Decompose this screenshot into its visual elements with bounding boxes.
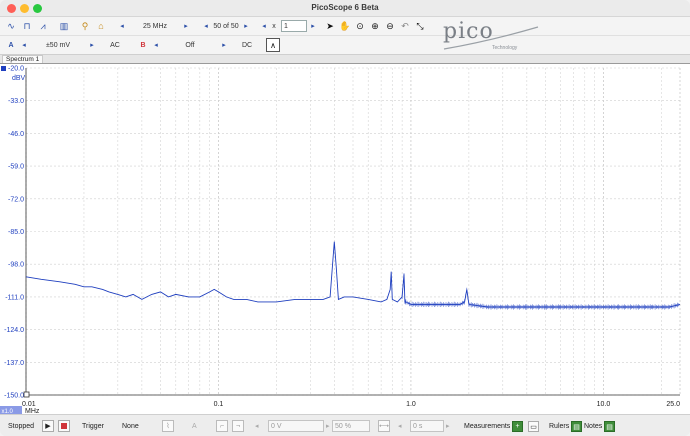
bandwidth-next-arrow[interactable]: ▸ xyxy=(182,19,190,33)
y-tick-label: -111.0 xyxy=(5,294,24,301)
pico-logo-text: pico xyxy=(443,19,494,44)
notes-label: Notes xyxy=(584,422,603,430)
pico-logo-tagline: Technology xyxy=(492,45,518,51)
rising-edge-icon[interactable]: ⌐ xyxy=(216,420,228,432)
x-tick-label: 0.1 xyxy=(214,401,224,408)
y-axis-unit: dBV xyxy=(12,75,26,82)
channel-options-icon[interactable]: ∧ xyxy=(266,38,280,52)
channel-a-label: A xyxy=(8,41,14,49)
y-tick-label: -46.0 xyxy=(8,131,24,138)
y-tick-label: -98.0 xyxy=(8,262,24,269)
x-axis-ticks: 0.01 0.1 1.0 10.0 25.0 xyxy=(22,401,680,408)
capture-counter[interactable]: 50 of 50 xyxy=(210,19,242,33)
undo-zoom-icon[interactable]: ↶ xyxy=(399,19,411,33)
delay-input[interactable]: 0 s xyxy=(410,420,444,432)
pointer-tool-icon[interactable]: ➤ xyxy=(324,19,336,33)
measurements-label: Measurements xyxy=(464,422,511,430)
range-b-prev-arrow[interactable]: ◂ xyxy=(152,38,160,52)
app-window: PicoScope 6 Beta ∿ ⊓ ⩘ ▥ ⚲ ⌂ ◂ 25 MHz ▸ … xyxy=(0,0,690,436)
channel-toolbar: A ◂ ±50 mV ▸ AC B ◂ Off ▸ DC ∧ xyxy=(0,36,690,55)
add-measurement-button[interactable]: + xyxy=(512,421,523,432)
spectrum-view[interactable]: -20.0 -33.0 -46.0 -59.0 -72.0 -85.0 -98.0 -111.… xyxy=(0,63,690,415)
zoom-out-icon[interactable]: ⊖ xyxy=(384,19,396,33)
range-a-next-arrow[interactable]: ▸ xyxy=(88,38,96,52)
x-tick-label: 1.0 xyxy=(406,401,416,408)
capture-prev-arrow[interactable]: ◂ xyxy=(202,19,210,33)
pre-trigger-input[interactable]: 50 % xyxy=(332,420,370,432)
series-noise-band xyxy=(401,273,680,310)
range-a-prev-arrow[interactable]: ◂ xyxy=(20,38,28,52)
view-tab-bar: Spectrum 1 xyxy=(0,55,690,63)
bandwidth-prev-arrow[interactable]: ◂ xyxy=(118,19,126,33)
delay-icon[interactable]: ⟷ xyxy=(378,420,390,432)
y-tick-label: -137.0 xyxy=(4,360,24,367)
rulers-button[interactable]: ▤ xyxy=(571,421,582,432)
x-tick-label: 10.0 xyxy=(597,401,611,408)
y-ruler-handle-bottom[interactable] xyxy=(23,391,30,398)
zoom-next-arrow[interactable]: ▸ xyxy=(309,19,317,33)
delay-next-arrow[interactable]: ▸ xyxy=(446,420,450,432)
series-line xyxy=(25,241,681,308)
spectrum-chart[interactable]: -20.0 -33.0 -46.0 -59.0 -72.0 -85.0 -98.0 -111.… xyxy=(0,64,690,415)
hand-tool-icon[interactable]: ✋ xyxy=(339,19,351,33)
y-tick-label: -72.0 xyxy=(8,196,24,203)
home-icon[interactable]: ⌂ xyxy=(94,19,108,33)
channels-icon[interactable]: ▥ xyxy=(57,19,71,33)
trigger-label: Trigger xyxy=(82,422,104,430)
x-tick-label: 25.0 xyxy=(666,401,680,408)
window-title: PicoScope 6 Beta xyxy=(311,3,379,12)
run-state-label: Stopped xyxy=(8,422,35,430)
spectrum-mode-icon[interactable]: ⩘ xyxy=(36,19,50,33)
channel-b-label: B xyxy=(140,41,146,49)
trigger-channel-select[interactable]: A xyxy=(192,420,197,432)
persistence-mode-icon[interactable]: ⊓ xyxy=(20,19,34,33)
zoom-region-icon[interactable]: ⊙ xyxy=(354,19,366,33)
auto-setup-icon[interactable]: ⚲ xyxy=(78,19,92,33)
chart-grid xyxy=(25,67,681,396)
threshold-prev-arrow[interactable]: ◂ xyxy=(255,420,259,432)
coupling-b-select[interactable]: DC xyxy=(236,38,258,52)
stop-button[interactable] xyxy=(58,420,70,432)
trigger-mode-select[interactable]: None xyxy=(122,420,139,432)
y-axis-ticks: -20.0 -33.0 -46.0 -59.0 -72.0 -85.0 -98.0 -111.… xyxy=(4,66,24,400)
zoom-factor-input[interactable]: 1 xyxy=(281,20,307,32)
notes-button[interactable]: ▤ xyxy=(604,421,615,432)
zoom-prev-arrow[interactable]: ◂ xyxy=(260,19,268,33)
tab-spectrum-1[interactable]: Spectrum 1 xyxy=(2,55,44,63)
capture-toolbar: ∿ ⊓ ⩘ ▥ ⚲ ⌂ ◂ 25 MHz ▸ ◂ 50 of 50 ▸ ◂ x … xyxy=(0,17,690,36)
y-tick-label: -124.0 xyxy=(4,327,24,334)
capture-next-arrow[interactable]: ▸ xyxy=(242,19,250,33)
chart-series xyxy=(25,241,681,310)
y-tick-label: -85.0 xyxy=(8,229,24,236)
scope-mode-icon[interactable]: ∿ xyxy=(4,19,18,33)
title-bar: PicoScope 6 Beta xyxy=(0,0,690,17)
pico-logo: pico Technology xyxy=(440,19,540,53)
range-a-select[interactable]: ±50 mV xyxy=(30,38,86,52)
coupling-a-select[interactable]: AC xyxy=(104,38,126,52)
advanced-trigger-icon[interactable]: ⌇ xyxy=(162,420,174,432)
edit-measurement-button[interactable]: ▭ xyxy=(528,421,539,432)
y-tick-label: -150.0 xyxy=(4,393,24,400)
y-tick-label: -59.0 xyxy=(8,164,24,171)
range-b-next-arrow[interactable]: ▸ xyxy=(220,38,228,52)
rulers-label: Rulers xyxy=(549,422,570,430)
bandwidth-select[interactable]: 25 MHz xyxy=(128,19,182,33)
y-ruler-handle-top[interactable] xyxy=(1,66,6,71)
falling-edge-icon[interactable]: ¬ xyxy=(232,420,244,432)
zoom-in-icon[interactable]: ⊕ xyxy=(369,19,381,33)
y-tick-label: -20.0 xyxy=(8,66,24,73)
status-bar: Stopped ▶ Trigger None ⌇ A ⌐ ¬ ◂ 0 V ▸ 5… xyxy=(0,414,690,436)
y-tick-label: -33.0 xyxy=(8,98,24,105)
zoom-to-fit-icon[interactable]: ⤡ xyxy=(414,19,426,33)
zoom-prefix: x xyxy=(272,22,276,30)
threshold-input[interactable]: 0 V xyxy=(268,420,324,432)
range-b-select[interactable]: Off xyxy=(162,38,218,52)
delay-prev-arrow[interactable]: ◂ xyxy=(398,420,402,432)
threshold-next-arrow[interactable]: ▸ xyxy=(326,420,330,432)
x-tick-label: 0.01 xyxy=(22,401,36,408)
start-button[interactable]: ▶ xyxy=(42,420,54,432)
